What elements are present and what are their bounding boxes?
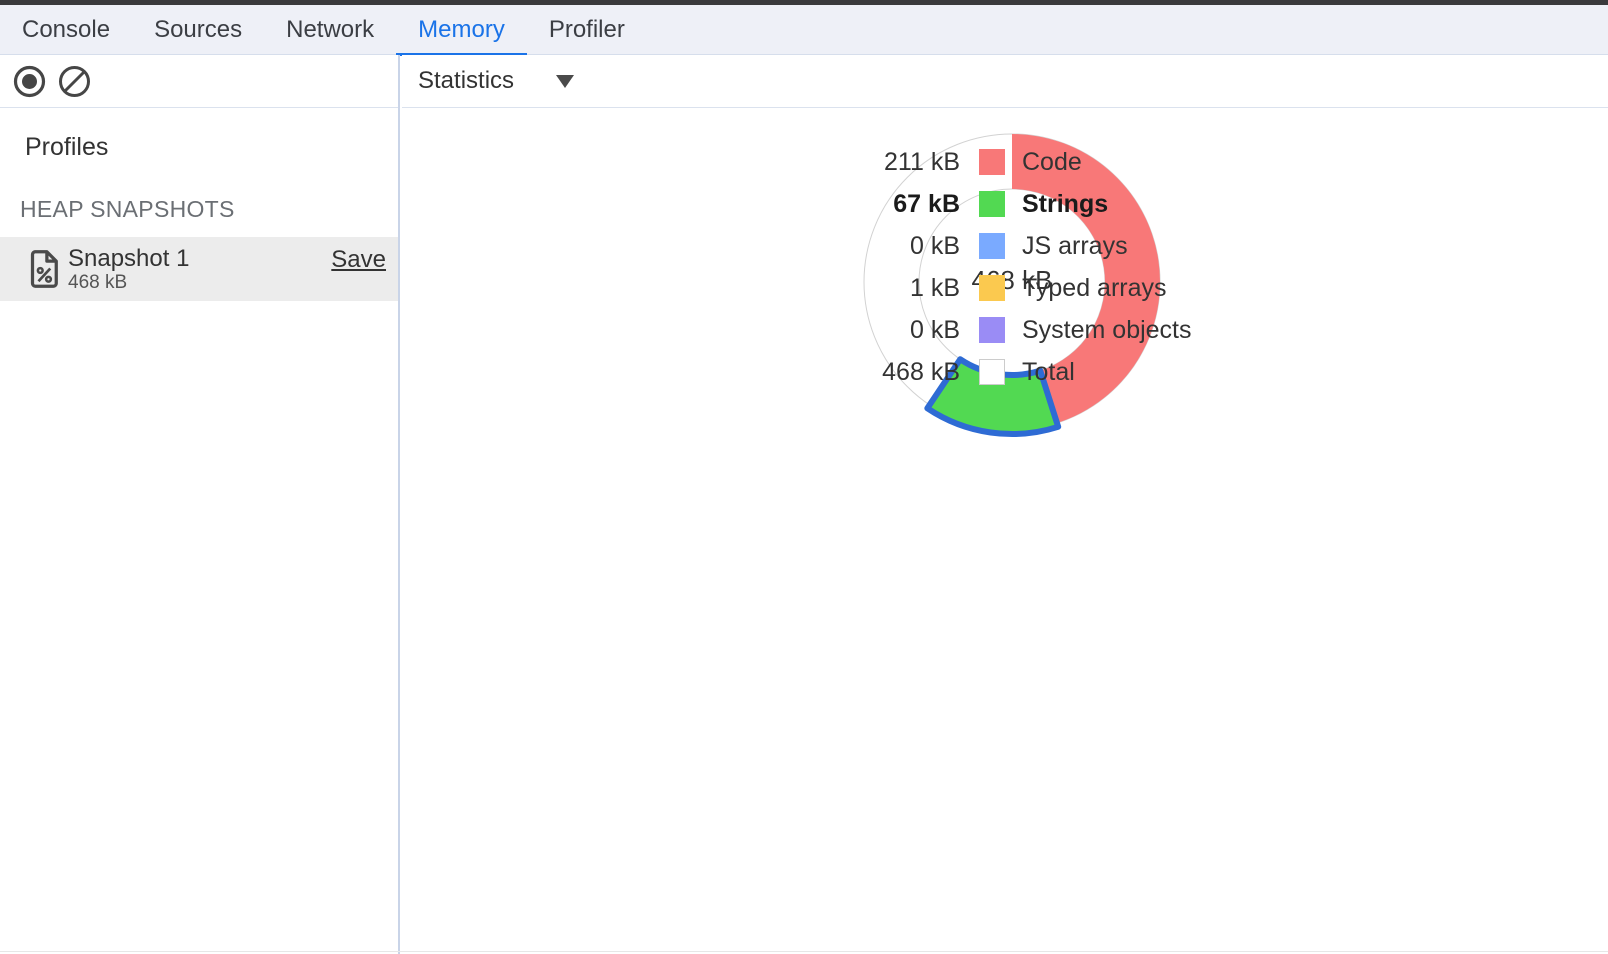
legend-value: 0 kB xyxy=(850,232,960,261)
legend-swatch-total xyxy=(979,359,1005,385)
devtools-tabbar: Console Sources Network Memory Profiler xyxy=(0,5,1608,55)
profiles-sidebar: Profiles HEAP SNAPSHOTS Snapshot 1 468 k… xyxy=(0,55,400,954)
legend-label: Code xyxy=(1022,148,1082,177)
legend-label: System objects xyxy=(1022,316,1192,345)
snapshot-size: 468 kB xyxy=(68,272,189,293)
legend-row-system-objects[interactable]: 0 kB System objects xyxy=(850,317,1192,343)
profiles-toolbar xyxy=(0,55,398,108)
heap-snapshot-document-icon xyxy=(30,249,60,289)
perspective-select[interactable]: Statistics xyxy=(418,67,574,95)
legend-value: 468 kB xyxy=(850,358,960,387)
legend-swatch-typed-arrays xyxy=(979,275,1005,301)
memory-main-panel: Statistics 468 kB 211 kB Code 67 kB Stri… xyxy=(402,55,1608,954)
legend-value: 67 kB xyxy=(850,190,960,219)
clear-icon[interactable] xyxy=(58,65,91,98)
bottom-border xyxy=(0,951,1608,952)
tab-network[interactable]: Network xyxy=(264,5,396,55)
tab-profiler[interactable]: Profiler xyxy=(527,5,647,55)
legend-swatch-strings xyxy=(979,191,1005,217)
chevron-down-icon xyxy=(556,75,574,88)
legend-label: Strings xyxy=(1022,190,1108,219)
record-icon[interactable] xyxy=(13,65,46,98)
chart-legend: 211 kB Code 67 kB Strings 0 kB JS arrays… xyxy=(850,149,1192,401)
legend-row-js-arrays[interactable]: 0 kB JS arrays xyxy=(850,233,1192,259)
profiles-heading: Profiles xyxy=(25,133,398,162)
save-snapshot-link[interactable]: Save xyxy=(331,246,386,274)
legend-row-total[interactable]: 468 kB Total xyxy=(850,359,1192,385)
legend-row-typed-arrays[interactable]: 1 kB Typed arrays xyxy=(850,275,1192,301)
legend-swatch-js-arrays xyxy=(979,233,1005,259)
sidebar-item-snapshot-1[interactable]: Snapshot 1 468 kB Save xyxy=(0,237,398,301)
legend-swatch-system-objects xyxy=(979,317,1005,343)
tab-sources[interactable]: Sources xyxy=(132,5,264,55)
snapshot-title: Snapshot 1 xyxy=(68,245,189,272)
legend-value: 1 kB xyxy=(850,274,960,303)
legend-value: 0 kB xyxy=(850,316,960,345)
tab-memory[interactable]: Memory xyxy=(396,5,527,55)
perspective-select-label: Statistics xyxy=(418,67,514,95)
legend-label: Total xyxy=(1022,358,1075,387)
legend-swatch-code xyxy=(979,149,1005,175)
tab-console[interactable]: Console xyxy=(0,5,132,55)
memory-view-toolbar: Statistics xyxy=(402,55,1608,108)
legend-label: Typed arrays xyxy=(1022,274,1167,303)
panels-container: Profiles HEAP SNAPSHOTS Snapshot 1 468 k… xyxy=(0,55,1608,954)
legend-row-strings[interactable]: 67 kB Strings xyxy=(850,191,1192,217)
snapshot-text-block: Snapshot 1 468 kB xyxy=(68,245,189,293)
heap-snapshots-section-title: HEAP SNAPSHOTS xyxy=(20,196,398,223)
legend-row-code[interactable]: 211 kB Code xyxy=(850,149,1192,175)
legend-label: JS arrays xyxy=(1022,232,1128,261)
legend-value: 211 kB xyxy=(850,148,960,177)
